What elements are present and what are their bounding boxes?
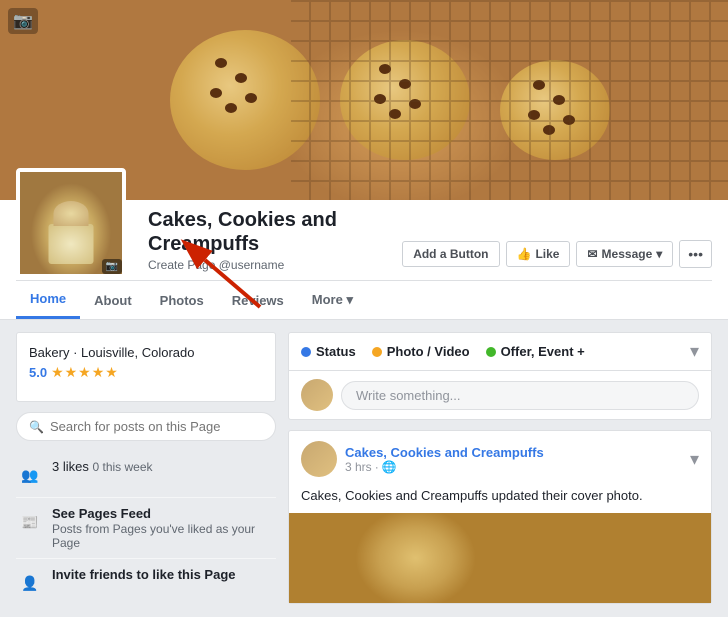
annotation-arrow bbox=[185, 252, 265, 315]
message-icon: ✉ bbox=[587, 247, 597, 261]
profile-section: 📷 Cakes, Cookies and Creampuffs Create P… bbox=[0, 200, 728, 320]
post-tab-photo[interactable]: Photo / Video bbox=[372, 344, 470, 359]
bakery-type: Bakery · Louisville, Colorado bbox=[29, 345, 263, 360]
camera-icon-profile[interactable]: 📷 bbox=[102, 259, 122, 274]
page-name: Cakes, Cookies and Creampuffs bbox=[148, 208, 390, 256]
like-label: Like bbox=[535, 247, 559, 261]
globe-icon: 🌐 bbox=[382, 460, 397, 474]
post-input-area: Write something... bbox=[289, 371, 711, 419]
tab-home[interactable]: Home bbox=[16, 281, 80, 319]
pages-feed-icon: 📰 bbox=[16, 508, 44, 536]
message-label: Message bbox=[602, 247, 653, 261]
likes-icon: 👥 bbox=[16, 461, 44, 489]
main-content: Bakery · Louisville, Colorado 5.0 ★★★★★ … bbox=[0, 320, 728, 617]
photo-label: Photo / Video bbox=[387, 344, 470, 359]
likes-count: 3 likes 0 this week bbox=[52, 459, 276, 474]
feed-post-image bbox=[289, 513, 711, 603]
pages-feed-title: See Pages Feed bbox=[52, 506, 276, 521]
post-box: Status Photo / Video Offer, Event + ▾ Wr… bbox=[288, 332, 712, 420]
action-buttons: Add a Button 👍 Like ✉ Message ▾ ••• bbox=[402, 240, 712, 278]
invite-icon: 👤 bbox=[16, 569, 44, 597]
privacy-icon: · bbox=[375, 460, 379, 474]
feed-post-avatar bbox=[301, 441, 337, 477]
message-button[interactable]: ✉ Message ▾ bbox=[576, 241, 673, 267]
sidebar-invite-item[interactable]: 👤 Invite friends to like this Page bbox=[16, 559, 276, 605]
more-dots-button[interactable]: ••• bbox=[679, 240, 712, 268]
feed-post-meta: 3 hrs · 🌐 bbox=[345, 460, 682, 474]
offer-label: Offer, Event + bbox=[501, 344, 585, 359]
post-more-icon[interactable]: ▾ bbox=[690, 449, 699, 470]
feed-image-cookies bbox=[289, 513, 711, 603]
status-dot bbox=[301, 347, 311, 357]
feed-post-header: Cakes, Cookies and Creampuffs 3 hrs · 🌐 … bbox=[289, 431, 711, 487]
chevron-down-icon: ▾ bbox=[656, 247, 662, 261]
post-avatar bbox=[301, 379, 333, 411]
thumbs-up-icon: 👍 bbox=[517, 247, 532, 261]
like-button[interactable]: 👍 Like bbox=[506, 241, 571, 267]
post-text-input[interactable]: Write something... bbox=[341, 381, 699, 410]
invite-title: Invite friends to like this Page bbox=[52, 567, 276, 582]
feed-post-text: Cakes, Cookies and Creampuffs updated th… bbox=[289, 487, 711, 513]
bakery-info-card: Bakery · Louisville, Colorado 5.0 ★★★★★ bbox=[16, 332, 276, 402]
tab-more[interactable]: More ▾ bbox=[298, 282, 367, 318]
post-tab-status[interactable]: Status bbox=[301, 344, 356, 359]
search-box[interactable]: 🔍 bbox=[16, 412, 276, 441]
sidebar-pages-feed-item[interactable]: 📰 See Pages Feed Posts from Pages you've… bbox=[16, 498, 276, 559]
stars-display: ★★★★★ bbox=[51, 364, 119, 381]
search-input[interactable] bbox=[50, 419, 263, 434]
left-sidebar: Bakery · Louisville, Colorado 5.0 ★★★★★ … bbox=[16, 332, 276, 605]
camera-icon-cover[interactable]: 📷 bbox=[8, 8, 38, 34]
page-name-area: Cakes, Cookies and Creampuffs Create Pag… bbox=[136, 200, 402, 278]
post-placeholder: Write something... bbox=[356, 388, 461, 403]
rating-number: 5.0 bbox=[29, 365, 47, 380]
add-button[interactable]: Add a Button bbox=[402, 241, 499, 267]
profile-pic-wrapper: 📷 bbox=[16, 218, 136, 278]
star-rating: 5.0 ★★★★★ bbox=[29, 364, 263, 381]
post-time: 3 hrs bbox=[345, 460, 372, 474]
likes-text: 3 likes 0 this week bbox=[52, 459, 276, 474]
post-box-tabs: Status Photo / Video Offer, Event + ▾ bbox=[289, 333, 711, 371]
post-tab-offer[interactable]: Offer, Event + bbox=[486, 344, 585, 359]
rack-overlay bbox=[291, 0, 728, 200]
post-options-icon[interactable]: ▾ bbox=[690, 341, 699, 362]
offer-dot bbox=[486, 347, 496, 357]
feed-post-name[interactable]: Cakes, Cookies and Creampuffs bbox=[345, 445, 682, 460]
feed-post-info: Cakes, Cookies and Creampuffs 3 hrs · 🌐 bbox=[345, 445, 682, 474]
nav-tabs: Home About Photos Reviews More ▾ bbox=[16, 280, 712, 319]
photo-dot bbox=[372, 347, 382, 357]
tab-about[interactable]: About bbox=[80, 283, 146, 318]
feed-post: Cakes, Cookies and Creampuffs 3 hrs · 🌐 … bbox=[288, 430, 712, 604]
right-content: Status Photo / Video Offer, Event + ▾ Wr… bbox=[288, 332, 712, 605]
pages-feed-text: See Pages Feed Posts from Pages you've l… bbox=[52, 506, 276, 550]
search-icon: 🔍 bbox=[29, 420, 44, 434]
sidebar-likes-item: 👥 3 likes 0 this week bbox=[16, 451, 276, 498]
status-label: Status bbox=[316, 344, 356, 359]
invite-text: Invite friends to like this Page bbox=[52, 567, 276, 583]
